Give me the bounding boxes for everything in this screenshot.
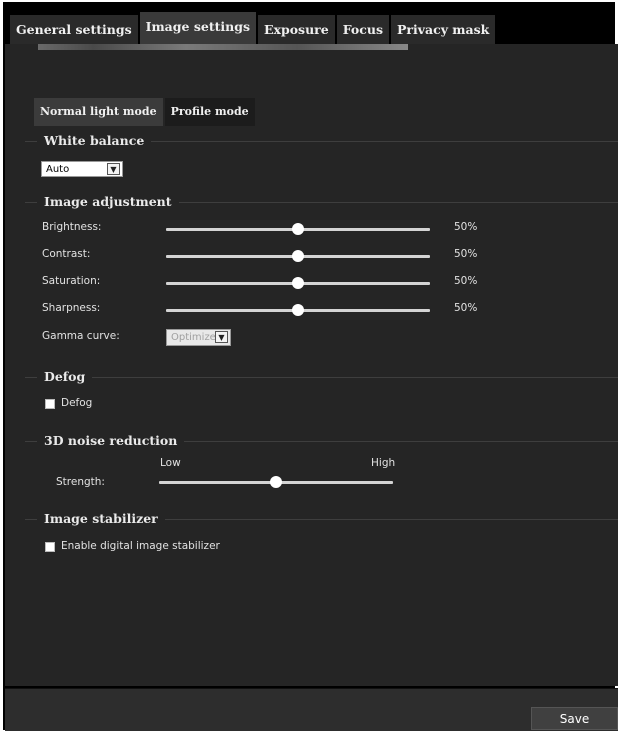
settings-tab-bar: General settings Image settings Exposure… <box>10 12 497 44</box>
chevron-down-icon: ▼ <box>107 163 120 175</box>
image-settings-panel: Normal light mode Profile mode White bal… <box>5 44 618 686</box>
footer-bar <box>5 688 618 731</box>
image-stabilizer-checkbox[interactable] <box>45 542 55 552</box>
saturation-label: Saturation: <box>42 275 101 287</box>
camera-preview-image <box>38 44 408 50</box>
tab-general-settings[interactable]: General settings <box>10 15 138 44</box>
noise-reduction-section: 3D noise reduction <box>5 433 618 449</box>
strength-low-label: Low <box>160 457 181 469</box>
tab-normal-light-mode[interactable]: Normal light mode <box>34 98 163 126</box>
section-divider <box>25 377 618 378</box>
noise-reduction-strength-slider[interactable] <box>159 476 393 488</box>
image-stabilizer-section: Image stabilizer <box>5 511 618 527</box>
tab-profile-mode[interactable]: Profile mode <box>164 98 255 126</box>
image-stabilizer-title: Image stabilizer <box>37 511 165 526</box>
defog-section: Defog <box>5 369 618 385</box>
save-button[interactable]: Save <box>531 707 618 730</box>
saturation-slider[interactable] <box>166 277 430 289</box>
tab-privacy-mask[interactable]: Privacy mask <box>390 15 496 44</box>
chevron-down-icon: ▼ <box>215 331 228 343</box>
noise-reduction-title: 3D noise reduction <box>37 433 185 448</box>
brightness-label: Brightness: <box>42 221 102 233</box>
contrast-value: 50% <box>454 248 478 260</box>
white-balance-title: White balance <box>37 133 152 148</box>
defog-checkbox[interactable] <box>45 399 55 409</box>
strength-label: Strength: <box>56 476 105 488</box>
brightness-slider-handle[interactable] <box>292 223 304 235</box>
noise-reduction-slider-handle[interactable] <box>270 476 282 488</box>
image-stabilizer-checkbox-label: Enable digital image stabilizer <box>61 540 220 552</box>
image-adjustment-title: Image adjustment <box>37 194 179 209</box>
defog-checkbox-label: Defog <box>61 397 93 409</box>
white-balance-select[interactable]: Auto ▼ <box>41 161 123 177</box>
brightness-value: 50% <box>454 221 478 233</box>
gamma-curve-value: Optimize <box>171 332 216 343</box>
brightness-slider[interactable] <box>166 223 430 235</box>
mode-tabs: Normal light mode Profile mode <box>34 98 257 126</box>
sharpness-slider[interactable] <box>166 304 430 316</box>
gamma-curve-select[interactable]: Optimize ▼ <box>166 329 231 346</box>
tab-image-settings[interactable]: Image settings <box>139 12 256 44</box>
saturation-slider-handle[interactable] <box>292 277 304 289</box>
contrast-slider[interactable] <box>166 250 430 262</box>
gamma-curve-label: Gamma curve: <box>42 330 120 342</box>
defog-title: Defog <box>37 369 93 384</box>
white-balance-section: White balance <box>5 133 618 149</box>
image-adjustment-section: Image adjustment <box>5 194 618 210</box>
saturation-value: 50% <box>454 275 478 287</box>
sharpness-label: Sharpness: <box>42 302 101 314</box>
contrast-slider-handle[interactable] <box>292 250 304 262</box>
tab-focus[interactable]: Focus <box>336 15 389 44</box>
strength-high-label: High <box>371 457 396 469</box>
tab-exposure[interactable]: Exposure <box>257 15 335 44</box>
contrast-label: Contrast: <box>42 248 91 260</box>
white-balance-value: Auto <box>46 164 70 175</box>
sharpness-slider-handle[interactable] <box>292 304 304 316</box>
sharpness-value: 50% <box>454 302 478 314</box>
